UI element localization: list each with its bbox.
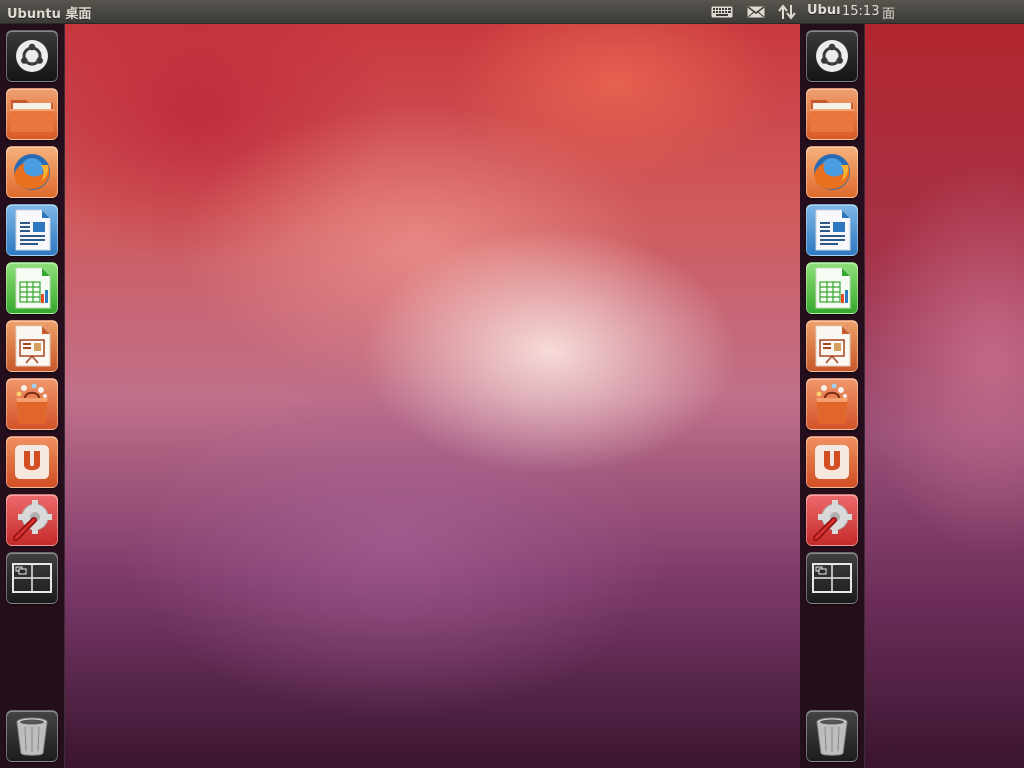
network-indicator[interactable]: [777, 3, 797, 20]
top-panel: Ubuntu 桌面 Ubuı 15:13 面: [0, 0, 1024, 24]
window-title-secondary: Ubuı: [807, 3, 841, 18]
libreoffice-writer-icon: [15, 209, 51, 251]
dash-home-button[interactable]: [806, 30, 858, 82]
libreoffice-calc-icon: [815, 267, 851, 309]
libreoffice-calc-launcher[interactable]: [806, 262, 858, 314]
keyboard-indicator[interactable]: [710, 3, 734, 20]
libreoffice-impress-icon: [15, 325, 51, 367]
firefox-icon: [814, 154, 850, 190]
wallpaper: [65, 24, 800, 768]
desktop-left[interactable]: [65, 24, 800, 768]
dash-home-icon: [16, 40, 48, 72]
desktop-right[interactable]: [865, 24, 1024, 768]
window-title: Ubuntu 桌面: [7, 7, 92, 22]
libreoffice-impress-launcher[interactable]: [806, 320, 858, 372]
trash-icon: [816, 717, 848, 756]
software-center-launcher[interactable]: [6, 378, 58, 430]
launcher-secondary: [800, 24, 865, 768]
trash-launcher[interactable]: [806, 710, 858, 762]
files-folder-icon: [10, 100, 54, 132]
software-center-icon: [16, 383, 48, 424]
files-launcher[interactable]: [6, 88, 58, 140]
ubuntu-one-icon: [15, 445, 49, 479]
libreoffice-calc-launcher[interactable]: [6, 262, 58, 314]
dash-home-button[interactable]: [6, 30, 58, 82]
system-settings-launcher[interactable]: [806, 494, 858, 546]
launcher: [0, 24, 65, 768]
ubuntu-one-launcher[interactable]: [806, 436, 858, 488]
ubuntu-one-launcher[interactable]: [6, 436, 58, 488]
keyboard-icon: [711, 6, 733, 17]
workspace-switcher-icon: [12, 563, 52, 593]
libreoffice-impress-launcher[interactable]: [6, 320, 58, 372]
system-settings-icon: [813, 500, 852, 541]
clock[interactable]: 15:13: [842, 4, 879, 19]
trash-launcher[interactable]: [6, 710, 58, 762]
files-launcher[interactable]: [806, 88, 858, 140]
ubuntu-one-icon: [815, 445, 849, 479]
files-folder-icon: [810, 100, 854, 132]
libreoffice-writer-icon: [815, 209, 851, 251]
firefox-launcher[interactable]: [806, 146, 858, 198]
system-settings-launcher[interactable]: [6, 494, 58, 546]
libreoffice-writer-launcher[interactable]: [6, 204, 58, 256]
network-arrows-icon: [778, 3, 796, 20]
dash-home-icon: [816, 40, 848, 72]
system-settings-icon: [13, 500, 52, 541]
firefox-icon: [14, 154, 50, 190]
libreoffice-writer-launcher[interactable]: [806, 204, 858, 256]
workspace-switcher-launcher[interactable]: [6, 552, 58, 604]
workspace-switcher-launcher[interactable]: [806, 552, 858, 604]
wallpaper: [865, 24, 1024, 768]
software-center-launcher[interactable]: [806, 378, 858, 430]
software-center-icon: [816, 383, 848, 424]
messaging-indicator[interactable]: [745, 3, 767, 20]
libreoffice-impress-icon: [815, 325, 851, 367]
trash-icon: [16, 717, 48, 756]
libreoffice-calc-icon: [15, 267, 51, 309]
firefox-launcher[interactable]: [6, 146, 58, 198]
workspace-switcher-icon: [812, 563, 852, 593]
window-title-fragment: 面: [882, 7, 896, 22]
mail-icon: [747, 5, 765, 17]
